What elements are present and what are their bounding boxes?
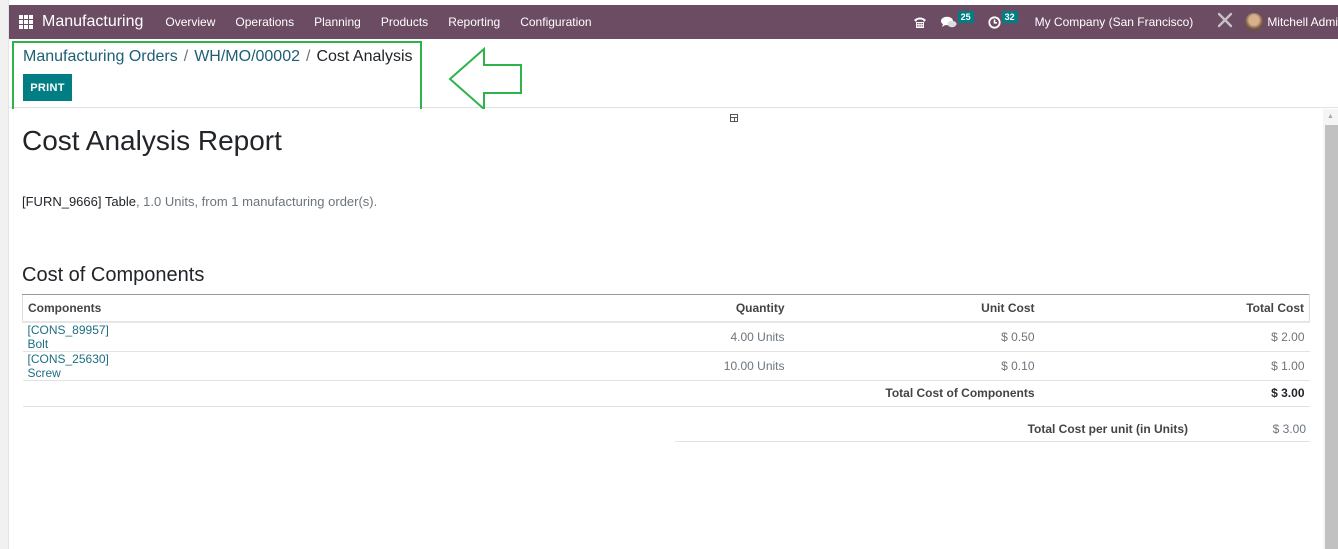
user-avatar[interactable] [1245,13,1264,31]
components-section-title: Cost of Components [22,264,205,286]
chat-icon [940,16,957,27]
breadcrumb: Manufacturing Orders / WH/MO/00002 / Cost An… [23,48,413,66]
menu-configuration[interactable]: Configuration [520,15,591,29]
total-cost-cell: $ 1.00 [1039,351,1310,381]
quantity-cell: 10.00 Units [119,351,790,381]
apps-grid-icon[interactable] [19,15,33,29]
empty-cell [22,380,120,407]
menu-reporting[interactable]: Reporting [448,15,500,29]
print-button[interactable]: PRINT [23,74,72,101]
report-title: Cost Analysis Report [22,125,282,156]
cost-per-unit-label: Total Cost per unit (in Units) [1027,422,1188,436]
breadcrumb-separator: / [306,48,311,65]
menu-products[interactable]: Products [381,15,428,29]
component-link[interactable]: [CONS_25630] Screw [22,351,120,381]
summary-details: , 1.0 Units, from 1 manufacturing order(… [135,194,378,209]
total-components-label: Total Cost of Components [789,380,1040,407]
menu-planning[interactable]: Planning [314,15,361,29]
table-header-row: Components Quantity Unit Cost Total Cost [22,294,1310,323]
company-switcher[interactable]: My Company (San Francisco) [1035,15,1194,29]
control-panel: Manufacturing Orders / WH/MO/00002 / Cost An… [9,39,1338,108]
empty-cell [119,380,790,407]
vertical-scrollbar[interactable]: ▲ [1323,109,1338,549]
cost-per-unit-row: Total Cost per unit (in Units) $ 3.00 [675,415,1310,442]
report-summary: [FURN_9666] Table, 1.0 Units, from 1 man… [22,194,377,209]
component-link[interactable]: [CONS_89957] Bolt [22,321,120,352]
col-unit-cost: Unit Cost [789,294,1040,323]
product-name: [FURN_9666] Table [22,194,136,209]
scroll-up-arrow-icon[interactable]: ▲ [1323,109,1338,124]
layout-toggle-icon[interactable] [730,114,738,122]
clock-icon [987,15,1001,29]
top-navbar: Manufacturing Overview Operations Planni… [9,5,1338,39]
app-name[interactable]: Manufacturing [42,13,143,31]
annotation-arrow-left-icon [448,47,522,111]
breadcrumb-current: Cost Analysis [316,48,413,65]
col-quantity: Quantity [119,294,790,323]
unit-cost-cell: $ 0.10 [789,351,1040,381]
activities-badge: 32 [1001,11,1018,23]
messages-button[interactable]: 25 [940,11,974,29]
total-cost-cell: $ 2.00 [1039,321,1310,352]
table-row: [CONS_89957] Bolt 4.00 Units $ 0.50 $ 2.… [22,321,1310,352]
quantity-cell: 4.00 Units [119,321,790,352]
user-menu[interactable]: Mitchell Admi [1267,15,1338,29]
report-content: Cost Analysis Report [FURN_9666] Table, … [9,109,1323,549]
left-edge [0,0,9,549]
total-row: Total Cost of Components $ 3.00 [22,380,1310,407]
menu-overview[interactable]: Overview [165,15,215,29]
col-total-cost: Total Cost [1039,294,1310,323]
navbar-systray: 25 32 My Company (San Francisco) Mitchel… [906,5,1338,39]
components-table: Components Quantity Unit Cost Total Cost… [22,294,1310,407]
phone-icon[interactable] [913,16,927,29]
unit-cost-cell: $ 0.50 [789,321,1040,352]
breadcrumb-manufacturing-orders[interactable]: Manufacturing Orders [23,48,178,65]
activities-button[interactable]: 32 [987,11,1018,29]
breadcrumb-mo-record[interactable]: WH/MO/00002 [194,48,300,65]
messages-badge: 25 [957,11,974,23]
page: Manufacturing Overview Operations Planni… [0,0,1338,549]
menu-operations[interactable]: Operations [235,15,294,29]
table-row: [CONS_25630] Screw 10.00 Units $ 0.10 $ … [22,351,1310,381]
breadcrumb-separator: / [183,48,189,65]
total-components-value: $ 3.00 [1039,380,1310,407]
tools-icon[interactable] [1217,12,1233,33]
cost-per-unit-value: $ 3.00 [1272,422,1306,436]
scrollbar-thumb[interactable] [1325,125,1338,549]
col-components: Components [22,294,120,323]
